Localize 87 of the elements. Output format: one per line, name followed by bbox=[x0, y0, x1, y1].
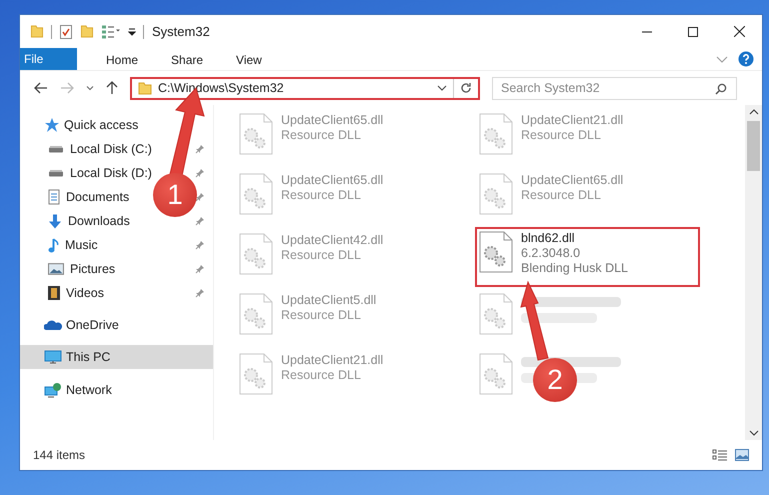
sidebar-item[interactable]: Local Disk (D:) bbox=[20, 161, 156, 185]
sidebar-item[interactable]: Local Disk (C:) bbox=[20, 137, 156, 161]
dll-file-icon bbox=[239, 233, 273, 275]
file-description: Resource DLL bbox=[281, 128, 362, 142]
file-description: Resource DLL bbox=[281, 188, 362, 202]
minimize-icon bbox=[642, 30, 652, 32]
pin-icon[interactable] bbox=[195, 264, 205, 274]
file-name: UpdateClient65.dll bbox=[281, 113, 384, 127]
sidebar-item[interactable]: Music bbox=[20, 233, 102, 257]
address-path: C:\Windows\System32 bbox=[158, 81, 285, 95]
network-icon bbox=[44, 382, 62, 398]
file-description: Blending Husk DLL bbox=[521, 261, 628, 275]
dll-file-icon bbox=[479, 293, 513, 335]
music-note-icon bbox=[48, 238, 59, 252]
dll-file-icon bbox=[479, 173, 513, 215]
file-name: UpdateClient42.dll bbox=[281, 233, 384, 247]
folder-icon bbox=[138, 82, 152, 94]
sidebar-item[interactable]: This PC bbox=[20, 345, 213, 369]
file-item[interactable]: blnd62.dll 6.2.3048.0 Blending Husk DLL bbox=[475, 227, 700, 287]
cloud-icon bbox=[44, 320, 62, 330]
document-icon bbox=[48, 189, 60, 205]
dll-file-icon bbox=[239, 173, 273, 215]
pin-icon[interactable] bbox=[195, 144, 205, 154]
item-count: 144 items bbox=[33, 448, 86, 462]
monitor-icon bbox=[44, 350, 62, 364]
file-description: Resource DLL bbox=[281, 368, 362, 382]
pin-icon[interactable] bbox=[195, 240, 205, 250]
window-title: System32 bbox=[152, 24, 211, 39]
file-name: UpdateClient65.dll bbox=[521, 173, 624, 187]
sidebar-item[interactable]: OneDrive bbox=[20, 313, 123, 337]
sidebar-item[interactable]: Documents bbox=[20, 185, 134, 209]
pin-icon[interactable] bbox=[195, 216, 205, 226]
file-version: 6.2.3048.0 bbox=[521, 246, 582, 260]
star-icon bbox=[44, 117, 60, 133]
ribbon-tab[interactable]: Share bbox=[156, 48, 218, 70]
sidebar-item[interactable]: Quick access bbox=[20, 113, 142, 137]
dll-file-icon bbox=[239, 353, 273, 395]
pin-icon[interactable] bbox=[195, 192, 205, 202]
sidebar-item[interactable]: Pictures bbox=[20, 257, 120, 281]
file-name: UpdateClient5.dll bbox=[281, 293, 376, 307]
dll-file-icon bbox=[239, 293, 273, 335]
file-name: UpdateClient21.dll bbox=[281, 353, 384, 367]
properties-icon[interactable] bbox=[59, 24, 73, 40]
scroll-down-icon[interactable] bbox=[748, 430, 758, 436]
file-name: blnd62.dll bbox=[521, 231, 576, 245]
maximize-icon bbox=[688, 26, 698, 36]
file-name: UpdateClient21.dll bbox=[521, 113, 624, 127]
view-options-icon[interactable] bbox=[101, 24, 121, 38]
search-icon bbox=[715, 82, 727, 94]
drive-icon bbox=[48, 146, 64, 152]
download-icon bbox=[48, 214, 62, 228]
expand-ribbon-icon[interactable] bbox=[716, 56, 728, 62]
file-description: Resource DLL bbox=[521, 188, 602, 202]
scroll-thumb[interactable] bbox=[747, 121, 760, 171]
dll-file-icon bbox=[239, 113, 273, 155]
pin-icon[interactable] bbox=[195, 288, 205, 298]
drive-icon bbox=[48, 170, 64, 176]
file-name: UpdateClient65.dll bbox=[281, 173, 384, 187]
refresh-icon[interactable] bbox=[460, 82, 472, 94]
dll-file-icon bbox=[479, 353, 513, 395]
up-icon[interactable] bbox=[106, 81, 118, 95]
recent-locations-icon[interactable] bbox=[86, 86, 94, 90]
scroll-up-icon[interactable] bbox=[748, 109, 758, 115]
ribbon-tab[interactable]: View bbox=[221, 48, 277, 70]
large-icons-view-icon[interactable] bbox=[734, 448, 750, 462]
sidebar-item[interactable]: Videos bbox=[20, 281, 108, 305]
ribbon-tab[interactable]: Home bbox=[91, 48, 154, 70]
details-view-icon[interactable] bbox=[712, 448, 728, 462]
pictures-icon bbox=[48, 263, 64, 275]
dll-file-icon bbox=[479, 113, 513, 155]
film-icon bbox=[48, 286, 60, 300]
dll-file-icon bbox=[479, 231, 513, 273]
back-icon[interactable] bbox=[34, 82, 48, 94]
search-field[interactable]: Search System32 bbox=[492, 76, 737, 100]
sidebar-item[interactable]: Network bbox=[20, 378, 116, 402]
scrollbar[interactable] bbox=[745, 105, 762, 440]
close-icon bbox=[734, 26, 744, 37]
file-description: Resource DLL bbox=[281, 248, 362, 262]
file-description: Resource DLL bbox=[281, 308, 362, 322]
address-bar[interactable]: C:\Windows\System32 bbox=[130, 76, 480, 100]
pin-icon[interactable] bbox=[195, 168, 205, 178]
file-menu-button[interactable]: File bbox=[20, 48, 77, 70]
dropdown-icon[interactable] bbox=[128, 28, 136, 36]
file-description: Resource DLL bbox=[521, 128, 602, 142]
sidebar-item[interactable]: Downloads bbox=[20, 209, 134, 233]
help-icon[interactable] bbox=[738, 51, 754, 67]
dropdown-icon[interactable] bbox=[437, 85, 447, 91]
